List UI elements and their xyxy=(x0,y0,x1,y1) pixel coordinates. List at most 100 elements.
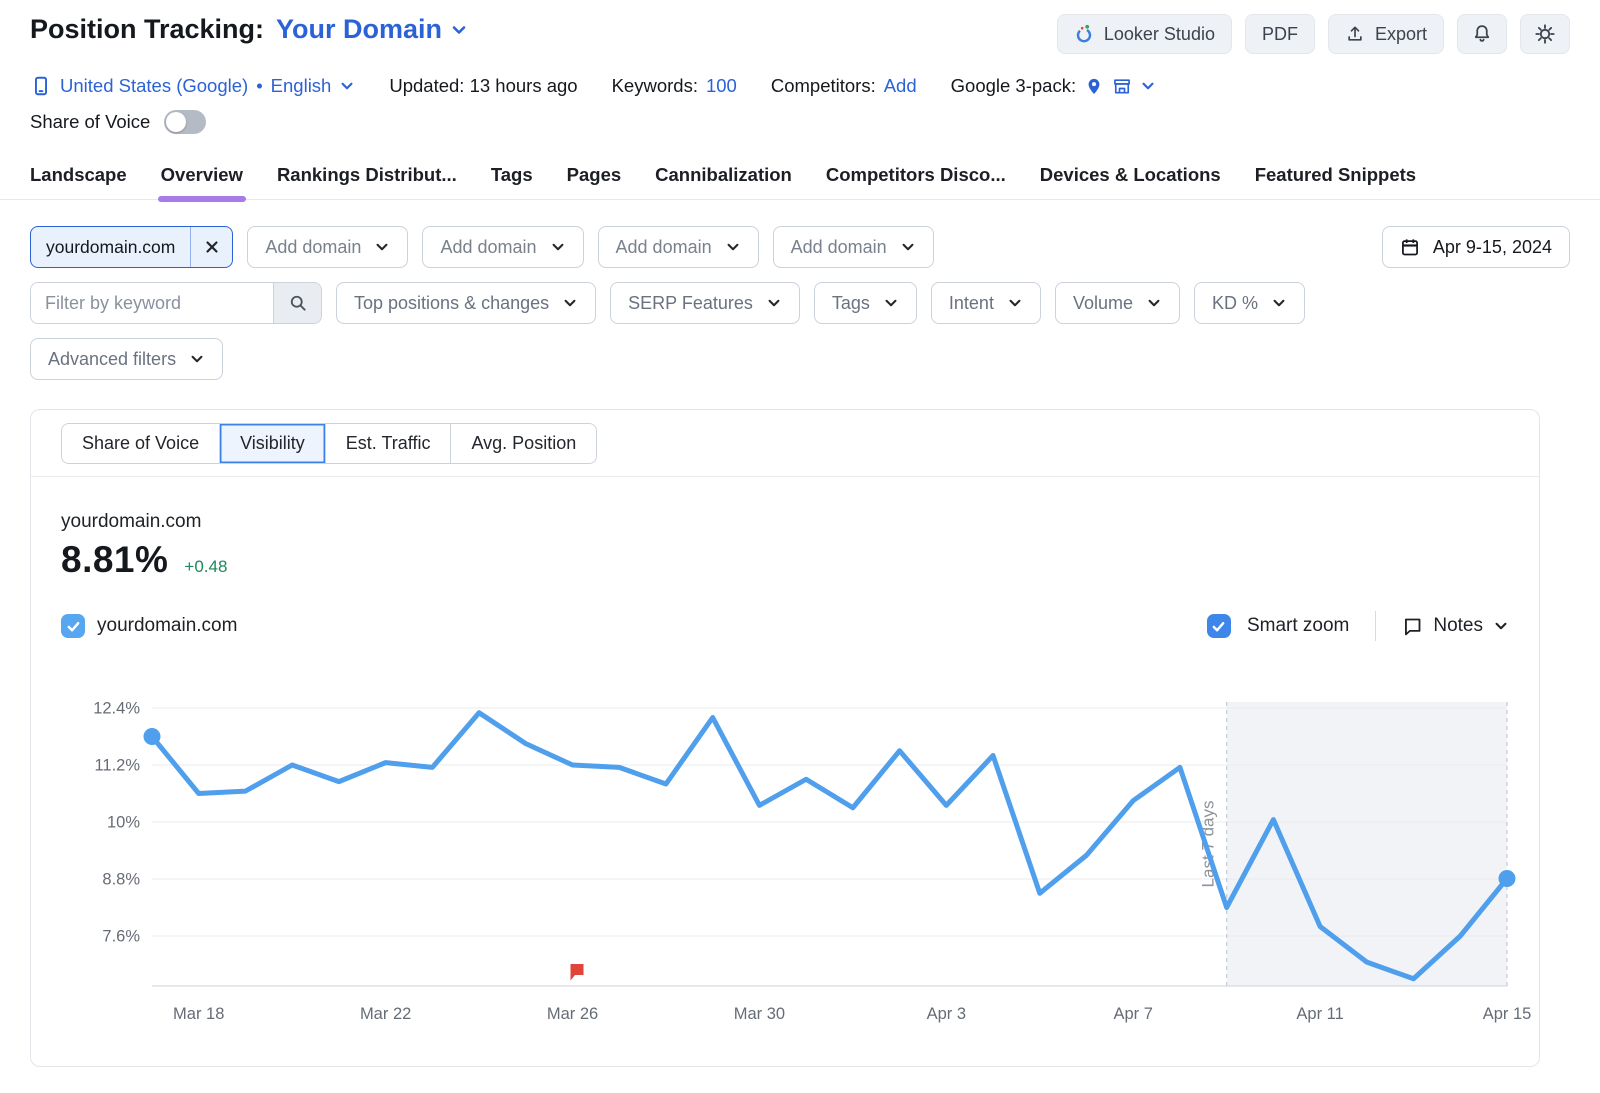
svg-text:Apr 7: Apr 7 xyxy=(1113,1005,1152,1023)
notes-icon xyxy=(1402,616,1423,637)
close-icon xyxy=(204,239,220,255)
pdf-button[interactable]: PDF xyxy=(1245,14,1315,54)
date-range-label: Apr 9-15, 2024 xyxy=(1433,237,1552,258)
share-of-voice-label: Share of Voice xyxy=(30,111,150,133)
add-domain-slot-2[interactable]: Add domain xyxy=(422,226,583,268)
add-domain-slot-1[interactable]: Add domain xyxy=(247,226,408,268)
competitors-label: Competitors: xyxy=(771,75,876,97)
metric-tab-est-traffic[interactable]: Est. Traffic xyxy=(326,424,452,463)
advanced-filters-button[interactable]: Advanced filters xyxy=(30,338,223,380)
keyword-filter-input[interactable] xyxy=(31,283,273,323)
filter-dropdown-serp-features[interactable]: SERP Features xyxy=(610,282,800,324)
campaign-meta-row: United States (Google) • English Updated… xyxy=(0,54,1600,97)
calendar-icon xyxy=(1400,237,1420,257)
gear-icon xyxy=(1534,23,1556,45)
tab-cannibalization[interactable]: Cannibalization xyxy=(655,154,792,199)
filter-dropdown-tags[interactable]: Tags xyxy=(814,282,917,324)
filter-dropdown-kd[interactable]: KD % xyxy=(1194,282,1305,324)
metric-tab-share-of-voice[interactable]: Share of Voice xyxy=(62,424,220,463)
tab-rankings-distribut[interactable]: Rankings Distribut... xyxy=(277,154,457,199)
keywords-count-link[interactable]: 100 xyxy=(706,75,737,97)
search-icon xyxy=(288,293,308,313)
filter-dropdown-volume[interactable]: Volume xyxy=(1055,282,1180,324)
domain-series-checkbox[interactable] xyxy=(61,614,85,638)
tab-landscape[interactable]: Landscape xyxy=(30,154,127,199)
location-pin-icon[interactable] xyxy=(1084,76,1104,96)
page-title: Position Tracking: xyxy=(30,14,264,45)
settings-button[interactable] xyxy=(1520,14,1570,54)
looker-studio-label: Looker Studio xyxy=(1104,24,1215,45)
pdf-label: PDF xyxy=(1262,24,1298,45)
chevron-down-icon[interactable] xyxy=(1140,78,1156,94)
looker-studio-button[interactable]: Looker Studio xyxy=(1057,14,1232,54)
chevron-down-icon xyxy=(1271,295,1287,311)
bell-icon xyxy=(1471,23,1493,45)
keyword-filter xyxy=(30,282,322,324)
chevron-down-icon xyxy=(189,351,205,367)
notes-button[interactable]: Notes xyxy=(1402,615,1509,637)
tab-featured-snippets[interactable]: Featured Snippets xyxy=(1255,154,1416,199)
visibility-value: 8.81% xyxy=(61,539,168,581)
section-tabs: Landscape Overview Rankings Distribut... Ta… xyxy=(0,154,1600,200)
export-button[interactable]: Export xyxy=(1328,14,1444,54)
svg-text:Mar 26: Mar 26 xyxy=(547,1005,598,1023)
chevron-down-icon xyxy=(1493,618,1509,634)
notes-label: Notes xyxy=(1433,615,1483,637)
tab-pages[interactable]: Pages xyxy=(567,154,622,199)
chevron-down-icon xyxy=(1007,295,1023,311)
visibility-change: +0.48 xyxy=(184,557,227,577)
tab-devices-locations[interactable]: Devices & Locations xyxy=(1040,154,1221,199)
device-icon xyxy=(30,75,52,97)
location-link[interactable]: United States (Google) xyxy=(60,75,248,97)
chevron-down-icon xyxy=(450,21,468,39)
keywords-label: Keywords: xyxy=(612,75,698,97)
metric-tab-avg-position[interactable]: Avg. Position xyxy=(451,424,596,463)
language-link[interactable]: English xyxy=(271,75,332,97)
filter-dropdown-top-positions-changes[interactable]: Top positions & changes xyxy=(336,282,596,324)
legend-divider xyxy=(1375,611,1376,641)
svg-text:Apr 11: Apr 11 xyxy=(1296,1005,1343,1023)
smart-zoom-checkbox[interactable] xyxy=(1207,614,1231,638)
add-domain-label: Add domain xyxy=(440,237,536,258)
chevron-down-icon xyxy=(1146,295,1162,311)
add-domain-slot-4[interactable]: Add domain xyxy=(773,226,934,268)
tab-competitors-disco[interactable]: Competitors Disco... xyxy=(826,154,1006,199)
share-of-voice-toggle[interactable] xyxy=(164,110,206,134)
add-domain-label: Add domain xyxy=(791,237,887,258)
notifications-button[interactable] xyxy=(1457,14,1507,54)
chevron-down-icon[interactable] xyxy=(339,78,355,94)
smart-zoom-label: Smart zoom xyxy=(1247,615,1349,637)
add-domain-label: Add domain xyxy=(616,237,712,258)
visibility-chart[interactable]: 12.4%11.2%10%8.8%7.6%Last 7 daysMar 18Ma… xyxy=(32,666,1538,1046)
svg-text:10%: 10% xyxy=(107,814,140,832)
domains-filter-row: yourdomain.com Add domain Add domain Add d… xyxy=(0,226,1600,268)
meta-dot-separator: • xyxy=(256,75,262,97)
svg-text:Apr 15: Apr 15 xyxy=(1483,1005,1532,1023)
updated-status: Updated: 13 hours ago xyxy=(389,75,577,97)
filter-dropdown-intent[interactable]: Intent xyxy=(931,282,1041,324)
metric-tab-visibility[interactable]: Visibility xyxy=(220,424,326,463)
svg-text:Mar 22: Mar 22 xyxy=(360,1005,411,1023)
date-range-picker[interactable]: Apr 9-15, 2024 xyxy=(1382,226,1570,268)
tab-overview[interactable]: Overview xyxy=(161,154,243,199)
page-header: Position Tracking: Your Domain Looker St… xyxy=(0,0,1600,54)
legend-domain-label: yourdomain.com xyxy=(97,615,237,637)
advanced-filters-label: Advanced filters xyxy=(48,349,176,370)
chevron-down-icon xyxy=(766,295,782,311)
keyword-search-button[interactable] xyxy=(273,283,321,323)
tab-tags[interactable]: Tags xyxy=(491,154,533,199)
domain-chip-label: yourdomain.com xyxy=(31,237,190,258)
campaign-name: Your Domain xyxy=(276,14,442,45)
svg-text:Mar 30: Mar 30 xyxy=(734,1005,785,1023)
chevron-down-icon xyxy=(550,239,566,255)
competitors-add-link[interactable]: Add xyxy=(884,75,917,97)
local-pack-building-icon[interactable] xyxy=(1112,76,1132,96)
looker-studio-icon xyxy=(1074,24,1094,44)
svg-text:7.6%: 7.6% xyxy=(102,928,140,946)
add-domain-slot-3[interactable]: Add domain xyxy=(598,226,759,268)
campaign-selector[interactable]: Your Domain xyxy=(276,14,468,45)
google-pack-label: Google 3-pack: xyxy=(951,75,1076,97)
remove-domain-button[interactable] xyxy=(190,226,232,268)
svg-text:Mar 18: Mar 18 xyxy=(173,1005,224,1023)
summary-domain: yourdomain.com xyxy=(61,511,1509,533)
